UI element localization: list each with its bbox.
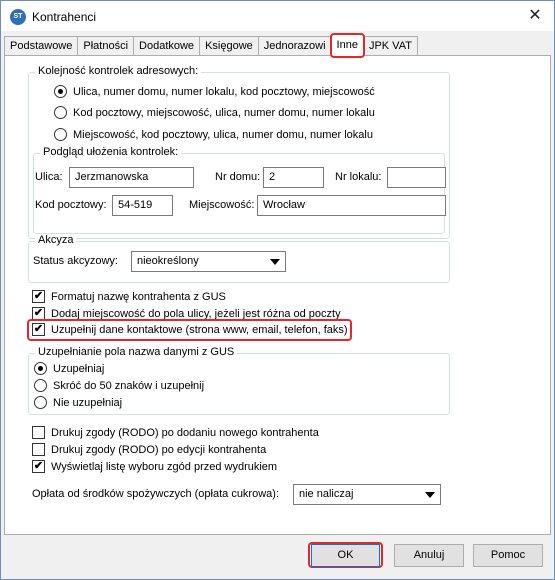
house-number-field[interactable]: 2 (263, 167, 324, 188)
postal-code-field[interactable]: 54-519 (112, 195, 173, 216)
checkbox-label: Wyświetlaj listę wyboru zgód przed wydru… (51, 460, 278, 473)
postal-code-label: Kod pocztowy: (35, 199, 107, 211)
gus-fill-option-1[interactable]: Uzupełniaj (34, 362, 104, 375)
chevron-down-icon (270, 259, 280, 265)
close-icon[interactable]: ✕ (524, 5, 546, 27)
flat-number-field[interactable] (387, 167, 446, 188)
app-icon: ST (10, 9, 26, 25)
excise-title: Akcyza (35, 234, 77, 246)
checkbox[interactable] (32, 443, 45, 456)
address-order-group: Kolejność kontrolek adresowych: Ulica, n… (28, 65, 450, 239)
checkbox-label: Uzupełnij dane kontaktowe (strona www, e… (51, 323, 348, 336)
sugar-fee-dropdown[interactable]: nie naliczaj (293, 484, 441, 505)
gus-fill-group: Uzupełnianie pola nazwa danymi z GUS Uzu… (28, 346, 450, 415)
excise-group: Akcyza Status akcyzowy: nieokreślony (28, 234, 450, 283)
tab-panel-inne: Kolejność kontrolek adresowych: Ulica, n… (4, 55, 551, 535)
format-name-checkbox[interactable]: ✔ Formatuj nazwę kontrahenta z GUS (32, 290, 226, 303)
excise-status-dropdown[interactable]: nieokreślony (131, 251, 286, 272)
window-title: Kontrahenci (32, 10, 97, 24)
gus-fill-title: Uzupełnianie pola nazwa danymi z GUS (35, 346, 238, 358)
checkbox-label: Dodaj miejscowość do pola ulicy, jeżeli … (51, 307, 341, 320)
dropdown-value: nieokreślony (137, 255, 199, 267)
ok-button[interactable]: OK (311, 544, 380, 567)
radio-button[interactable] (34, 379, 47, 392)
preview-title: Podgląd ułożenia kontrolek: (40, 146, 182, 158)
radio-label: Miejscowość, kod pocztowy, ulica, numer … (73, 128, 373, 141)
radio-button[interactable] (34, 362, 47, 375)
address-order-option-1[interactable]: Ulica, numer domu, numer lokalu, kod poc… (54, 85, 375, 98)
radio-label: Kod pocztowy, miejscowość, ulica, numer … (73, 106, 375, 119)
radio-label: Skróć do 50 znaków i uzupełnij (53, 379, 205, 392)
chevron-down-icon (425, 492, 435, 498)
tab-inne[interactable]: Inne (329, 33, 365, 58)
checkbox[interactable]: ✔ (32, 323, 45, 336)
tab-jednorazowi[interactable]: Jednorazowi (257, 36, 332, 56)
radio-button[interactable] (34, 396, 47, 409)
tab-podstawowe[interactable]: Podstawowe (4, 36, 79, 56)
checkbox-label: Formatuj nazwę kontrahenta z GUS (51, 290, 226, 303)
tab-ksiegowe[interactable]: Księgowe (199, 36, 259, 56)
radio-button[interactable] (54, 128, 67, 141)
flat-number-label: Nr lokalu: (335, 171, 382, 183)
city-label: Miejscowość: (189, 199, 255, 211)
help-button[interactable]: Pomoc (473, 544, 543, 567)
tab-strip: Podstawowe Płatności Dodatkowe Księgowe … (4, 33, 418, 58)
gus-fill-option-3[interactable]: Nie uzupełniaj (34, 396, 122, 409)
checkbox-label: Drukuj zgody (RODO) po dodaniu nowego ko… (51, 426, 319, 439)
sugar-fee-label: Opłata od środków spożywczych (opłata cu… (32, 488, 279, 500)
cancel-button[interactable]: Anuluj (394, 544, 464, 567)
dropdown-value: nie naliczaj (299, 488, 354, 500)
preview-group: Podgląd ułożenia kontrolek: Ulica: Jerzm… (33, 146, 446, 234)
dialog-window: ST Kontrahenci ✕ Podstawowe Płatności Do… (0, 0, 555, 580)
address-order-option-2[interactable]: Kod pocztowy, miejscowość, ulica, numer … (54, 106, 375, 119)
radio-label: Ulica, numer domu, numer lokalu, kod poc… (73, 85, 375, 98)
radio-label: Uzupełniaj (53, 362, 105, 375)
house-number-label: Nr domu: (215, 171, 261, 183)
radio-label: Nie uzupełniaj (53, 396, 123, 409)
show-consent-list-checkbox[interactable]: ✔ Wyświetlaj listę wyboru zgód przed wyd… (32, 460, 277, 473)
checkbox-label: Drukuj zgody (RODO) po edycji kontrahent… (51, 443, 267, 456)
print-consent-edit-checkbox[interactable]: Drukuj zgody (RODO) po edycji kontrahent… (32, 443, 266, 456)
street-label: Ulica: (35, 171, 63, 183)
radio-button[interactable] (54, 106, 67, 119)
radio-button[interactable] (54, 85, 67, 98)
checkbox[interactable] (32, 426, 45, 439)
tab-jpk-vat[interactable]: JPK VAT (362, 36, 418, 56)
tab-platnosci[interactable]: Płatności (77, 36, 135, 56)
checkbox[interactable]: ✔ (32, 460, 45, 473)
address-order-title: Kolejność kontrolek adresowych: (35, 65, 202, 77)
city-field[interactable]: Wrocław (257, 195, 446, 216)
fill-contact-checkbox[interactable]: ✔ Uzupełnij dane kontaktowe (strona www,… (32, 323, 348, 336)
excise-status-label: Status akcyzowy: (33, 255, 118, 267)
address-order-option-3[interactable]: Miejscowość, kod pocztowy, ulica, numer … (54, 128, 373, 141)
checkbox[interactable]: ✔ (32, 290, 45, 303)
gus-fill-option-2[interactable]: Skróć do 50 znaków i uzupełnij (34, 379, 204, 392)
print-consent-new-checkbox[interactable]: Drukuj zgody (RODO) po dodaniu nowego ko… (32, 426, 319, 439)
title-bar: ST Kontrahenci ✕ (1, 1, 554, 31)
tab-dodatkowe[interactable]: Dodatkowe (133, 36, 201, 56)
street-field[interactable]: Jerzmanowska (69, 167, 194, 188)
